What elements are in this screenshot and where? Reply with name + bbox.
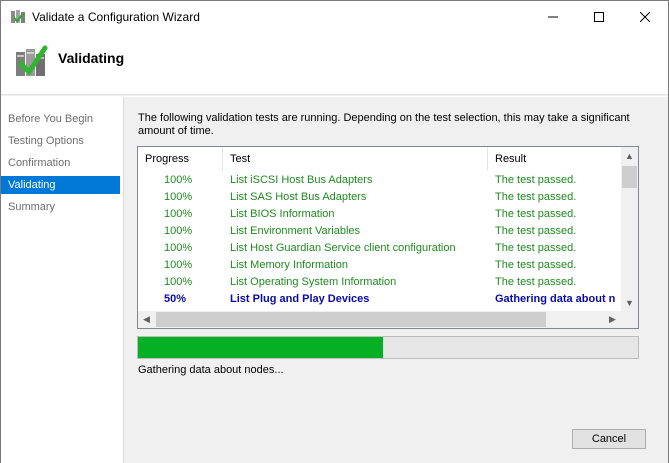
cell-progress: 50% (164, 293, 187, 305)
header-divider (1, 94, 668, 96)
wizard-window: Validate a Configuration Wizard Validati… (0, 0, 669, 463)
minimize-button[interactable] (530, 1, 576, 32)
cell-progress: 100% (164, 208, 193, 220)
cell-result: The test passed. (495, 259, 577, 271)
cell-test: List SAS Host Bus Adapters (230, 191, 367, 203)
cell-progress: 100% (164, 242, 193, 254)
description-text: The following validation tests are runni… (138, 112, 630, 137)
close-button[interactable] (622, 1, 668, 32)
maximize-icon (594, 11, 604, 22)
nav-item-confirmation[interactable]: Confirmation (1, 154, 120, 172)
horizontal-scroll-thumb[interactable] (156, 312, 546, 327)
cell-progress: 100% (164, 174, 193, 186)
wizard-footer: Cancel (123, 417, 668, 463)
cell-test: List Memory Information (230, 259, 348, 271)
scroll-left-icon[interactable]: ◀ (138, 311, 155, 328)
window-title: Validate a Configuration Wizard (32, 10, 200, 24)
scroll-down-icon[interactable]: ▼ (621, 294, 638, 311)
cell-result: The test passed. (495, 276, 577, 288)
cell-test: List Environment Variables (230, 225, 361, 237)
cell-test: List Host Guardian Service client config… (230, 242, 456, 254)
list-header: Progress Test Result (138, 147, 620, 171)
cell-result: The test passed. (495, 225, 577, 237)
cell-result: The test passed. (495, 174, 577, 186)
nav-item-before-you-begin[interactable]: Before You Begin (1, 110, 120, 128)
validation-progress-bar (137, 336, 639, 359)
cell-progress: 100% (164, 259, 193, 271)
wizard-steps-nav: Before You Begin Testing Options Confirm… (1, 97, 123, 463)
column-header-test[interactable]: Test (223, 147, 488, 171)
nav-item-testing-options[interactable]: Testing Options (1, 132, 120, 150)
cell-progress: 100% (164, 276, 193, 288)
title-bar[interactable]: Validate a Configuration Wizard (1, 1, 668, 32)
page-title: Validating (58, 50, 125, 66)
scroll-up-icon[interactable]: ▲ (621, 147, 638, 164)
table-row[interactable]: 100% List Memory Information The test pass… (138, 257, 620, 274)
cell-test: List BIOS Information (230, 208, 335, 220)
close-icon (640, 11, 650, 22)
cell-test: List Operating System Information (230, 276, 397, 288)
table-row[interactable]: 100% List Environment Variables The test p… (138, 223, 620, 240)
column-header-result[interactable]: Result (488, 147, 620, 171)
table-row[interactable]: 100% List Operating System Information The… (138, 274, 620, 291)
vertical-scroll-thumb[interactable] (622, 166, 637, 188)
scroll-right-icon[interactable]: ▶ (604, 311, 621, 328)
cell-test: List Plug and Play Devices (230, 293, 370, 305)
cell-result: The test passed. (495, 191, 577, 203)
column-header-progress[interactable]: Progress (138, 147, 223, 171)
cell-test: List iSCSI Host Bus Adapters (230, 174, 373, 186)
table-row[interactable]: 100% List iSCSI Host Bus Adapters The test… (138, 172, 620, 189)
maximize-button[interactable] (576, 1, 622, 32)
table-row[interactable]: 50% List Plug and Play Devices Gathering d… (138, 291, 620, 308)
nav-item-summary[interactable]: Summary (1, 198, 120, 216)
validation-tests-list[interactable]: Progress Test Result 100% List iSCSI Host… (137, 146, 639, 329)
cell-progress: 100% (164, 191, 193, 203)
validate-checkmark-icon (14, 44, 48, 80)
vertical-scrollbar[interactable]: ▲ ▼ (621, 147, 638, 311)
cancel-button[interactable]: Cancel (572, 429, 646, 449)
horizontal-scrollbar[interactable]: ◀ ▶ (138, 311, 638, 328)
page-header: Validating (1, 32, 668, 94)
minimize-icon (548, 16, 558, 17)
cell-progress: 100% (164, 225, 193, 237)
cell-result: The test passed. (495, 242, 577, 254)
table-row[interactable]: 100% List BIOS Information The test passed… (138, 206, 620, 223)
main-content: The following validation tests are runni… (123, 97, 668, 417)
status-text: Gathering data about nodes... (138, 364, 284, 376)
progress-fill (138, 337, 383, 358)
cell-result: Gathering data about n (495, 293, 616, 305)
nav-item-validating[interactable]: Validating (1, 176, 120, 194)
table-row[interactable]: 100% List Host Guardian Service client co… (138, 240, 620, 257)
cell-result: The test passed. (495, 208, 577, 220)
cluster-wizard-icon (10, 9, 26, 25)
table-row[interactable]: 100% List SAS Host Bus Adapters The test p… (138, 189, 620, 206)
